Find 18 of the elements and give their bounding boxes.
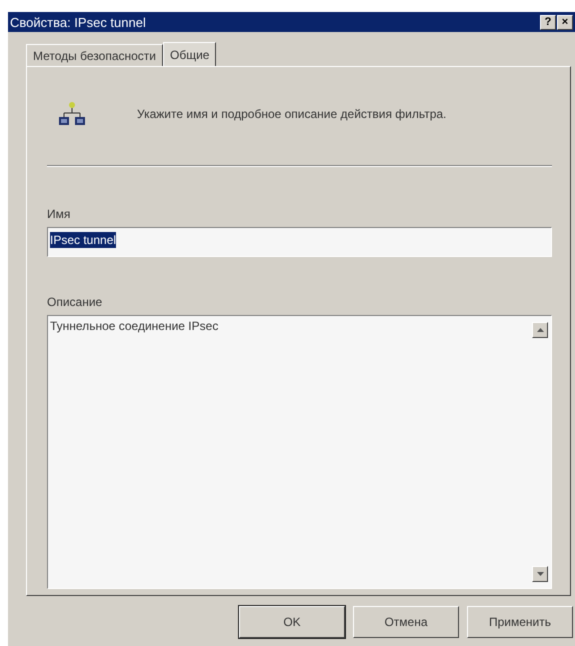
description-field[interactable]: Туннельное соединение IPsec (47, 315, 552, 589)
dialog-button[interactable]: Отмена (353, 606, 459, 638)
tab[interactable]: Методы безопасности (26, 44, 163, 66)
scroll-down-button[interactable] (532, 566, 548, 582)
scroll-up-button[interactable] (532, 322, 548, 338)
up-arrow-icon (536, 328, 544, 332)
window-title: Свойства: IPsec tunnel (10, 14, 146, 30)
network-icon (57, 100, 87, 128)
title-bar-button[interactable]: × (557, 14, 573, 30)
title-bar-button[interactable]: ? (540, 14, 556, 30)
dialog-button[interactable]: Применить (467, 606, 573, 638)
dialog-button[interactable]: OK (239, 606, 345, 638)
description-label: Описание (47, 295, 102, 309)
instruction-text: Укажите имя и подробное описание действия фильтра. (137, 107, 446, 121)
tab[interactable]: Общие (163, 42, 216, 66)
down-arrow-icon (536, 572, 544, 576)
name-label: Имя (47, 207, 70, 221)
name-field[interactable]: IPsec tunnel (47, 227, 552, 257)
